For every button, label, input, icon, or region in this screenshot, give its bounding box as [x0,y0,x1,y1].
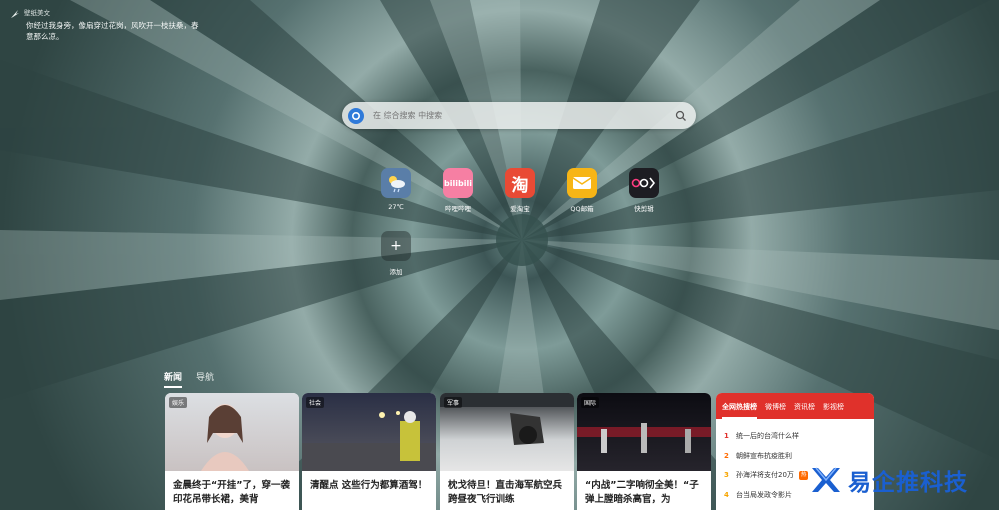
news-title[interactable]: 清醒点 这些行为都算酒驾！ [302,471,436,493]
quill-icon [11,9,19,18]
news-title[interactable]: 枕戈待旦！直击海军航空兵跨昼夜飞行训练 [440,471,574,507]
tab-nav[interactable]: 导航 [196,370,214,388]
bilibili-icon: bilibili [443,168,473,198]
news-title[interactable]: 金晨终于“开挂”了，穿一袭印花吊带长裙，美背 [165,471,299,507]
quote-text: 你经过我身旁，像扇穿过花岗，风吹开一枝扶桑，春意那么凉。 [26,21,199,41]
news-tag: 军事 [444,397,463,408]
app-taobao[interactable]: 淘 爱淘宝 [500,168,540,213]
watermark: 易企推科技 [808,462,968,498]
app-qqmail[interactable]: QQ邮箱 [562,168,602,213]
hot-list-tabs: 全网热搜榜 微博榜 资讯榜 影视榜 [716,393,874,419]
wallpaper-quote: 壁纸美文 你经过我身旁，像扇穿过花岗，风吹开一枝扶桑，春意那么凉。 [10,8,200,42]
search-engine-icon[interactable] [348,107,364,124]
news-tag: 国际 [581,397,600,408]
kuaijianji-icon [629,168,659,198]
app-weather[interactable]: 27℃ [376,168,416,211]
plus-icon: + [381,231,411,261]
hot-item[interactable]: 1 统一后的台湾什么样 [724,427,866,447]
hot-tab-all[interactable]: 全网热搜榜 [722,402,757,419]
news-tag: 社会 [306,397,325,408]
hot-tab-weibo[interactable]: 微博榜 [765,402,786,419]
search-icon[interactable] [674,109,688,123]
quote-source: 壁纸美文 [24,9,50,17]
feed-tabs: 新闻 导航 [164,370,214,388]
taobao-icon: 淘 [505,168,535,198]
search-input[interactable] [371,110,674,121]
news-card[interactable]: 社会 清醒点 这些行为都算酒驾！ [302,393,436,510]
hot-tab-film[interactable]: 影视榜 [823,402,844,419]
logo-icon [812,467,840,492]
watermark-text: 易企推科技 [848,469,968,496]
news-card[interactable]: 国际 “内战”二字响彻全美！“子弹上膛暗杀高官，为 [577,393,711,510]
news-image: 娱乐 [165,393,299,471]
qqmail-icon [567,168,597,198]
search-bar [342,102,696,129]
hot-badge: 热 [798,471,809,481]
app-bilibili[interactable]: bilibili 哔哩哔哩 [438,168,478,213]
app-kuaijianji[interactable]: 快剪辑 [624,168,664,213]
news-card[interactable]: 娱乐 金晨终于“开挂”了，穿一袭印花吊带长裙，美背 [165,393,299,510]
hot-tab-news[interactable]: 资讯榜 [794,402,815,419]
news-image: 军事 [440,393,574,471]
news-image: 国际 [577,393,711,471]
news-image: 社会 [302,393,436,471]
tab-news[interactable]: 新闻 [164,370,183,388]
weather-icon [381,168,411,198]
news-tag: 娱乐 [169,397,188,408]
app-add[interactable]: + 添加 [376,231,416,276]
news-card[interactable]: 军事 枕戈待旦！直击海军航空兵跨昼夜飞行训练 [440,393,574,510]
news-title[interactable]: “内战”二字响彻全美！“子弹上膛暗杀高官，为 [577,471,711,507]
